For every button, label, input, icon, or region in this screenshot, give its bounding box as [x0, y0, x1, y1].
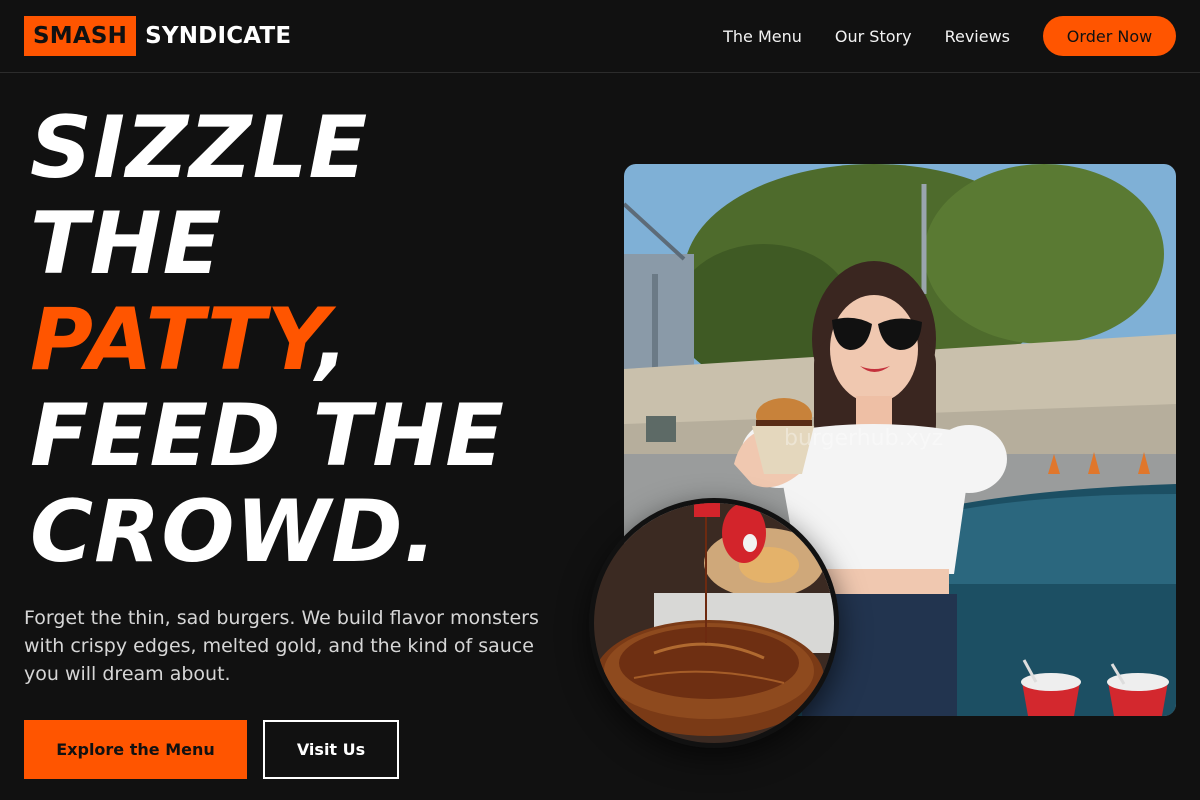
main-nav: The Menu Our Story Reviews Order Now	[723, 16, 1176, 56]
headline-line-5: CROWD.	[30, 482, 438, 582]
headline-line-4: FEED THE	[30, 386, 505, 486]
headline-accent-comma: ,	[315, 290, 350, 390]
photo-watermark: burgerhub.xyz	[784, 426, 944, 451]
site-header: SMASH SYNDICATE The Menu Our Story Revie…	[0, 0, 1200, 73]
headline-line-2: THE	[30, 194, 223, 294]
hero-headline: SIZZLE THE PATTY, FEED THE CROWD.	[30, 100, 590, 580]
explore-menu-button[interactable]: Explore the Menu	[24, 720, 247, 779]
pancake-photo	[589, 498, 839, 748]
nav-link-reviews[interactable]: Reviews	[945, 27, 1010, 46]
hero-tagline: Forget the thin, sad burgers. We build f…	[24, 607, 539, 685]
visit-us-button[interactable]: Visit Us	[263, 720, 399, 779]
brand-name: SYNDICATE	[145, 23, 292, 49]
headline-accent-word: PATTY	[30, 290, 316, 390]
headline-line-1: SIZZLE	[30, 98, 369, 198]
brand-logo[interactable]: SMASH SYNDICATE	[24, 16, 291, 56]
nav-link-menu[interactable]: The Menu	[723, 27, 802, 46]
nav-link-our-story[interactable]: Our Story	[835, 27, 912, 46]
brand-mark: SMASH	[24, 16, 137, 56]
order-now-button[interactable]: Order Now	[1043, 16, 1176, 56]
headline-line-3: PATTY,	[30, 292, 590, 388]
pancake-illustration	[594, 503, 834, 743]
